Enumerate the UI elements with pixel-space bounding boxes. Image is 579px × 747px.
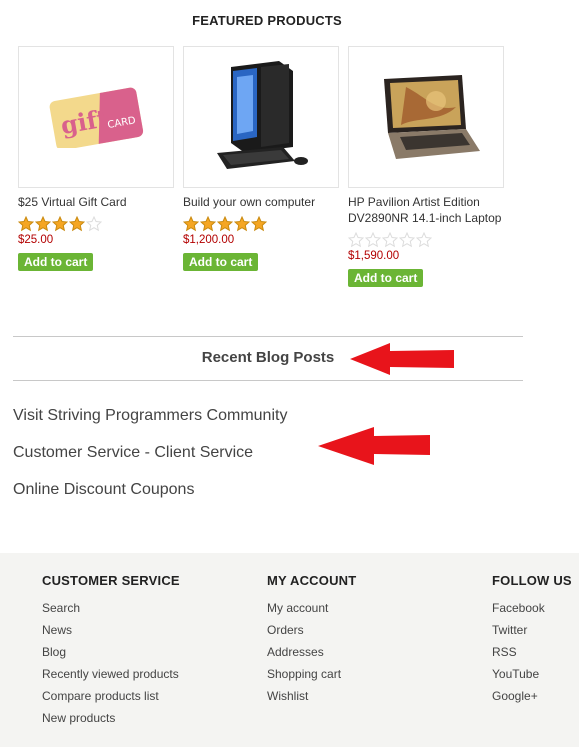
footer-link[interactable]: Facebook bbox=[492, 597, 572, 619]
footer-heading: FOLLOW US bbox=[492, 573, 572, 588]
red-arrow-icon bbox=[350, 343, 454, 375]
star-icon bbox=[382, 232, 398, 248]
product-name-link[interactable]: Build your own computer bbox=[183, 194, 341, 210]
star-icon bbox=[416, 232, 432, 248]
star-icon bbox=[251, 216, 267, 232]
star-icon bbox=[52, 216, 68, 232]
product-name-link[interactable]: $25 Virtual Gift Card bbox=[18, 194, 176, 210]
footer-link[interactable]: RSS bbox=[492, 641, 572, 663]
laptop-image[interactable] bbox=[348, 46, 504, 188]
star-icon bbox=[183, 216, 199, 232]
product-card-laptop: HP Pavilion Artist Edition DV2890NR 14.1… bbox=[348, 46, 506, 287]
star-icon bbox=[365, 232, 381, 248]
product-price: $1,590.00 bbox=[348, 250, 400, 262]
rating-stars bbox=[183, 216, 341, 232]
product-card-gift-card: gift CARD $25 Virtual Gift Card $25.00 A… bbox=[18, 46, 176, 271]
footer-link[interactable]: Addresses bbox=[267, 641, 356, 663]
star-icon bbox=[86, 216, 102, 232]
star-icon bbox=[18, 216, 34, 232]
footer-link[interactable]: Twitter bbox=[492, 619, 572, 641]
star-icon bbox=[234, 216, 250, 232]
blog-post-link[interactable]: Customer Service - Client Service bbox=[13, 444, 253, 462]
footer-customer-service: CUSTOMER SERVICE Search News Blog Recent… bbox=[42, 573, 180, 729]
red-arrow-icon bbox=[318, 427, 430, 465]
star-icon bbox=[200, 216, 216, 232]
product-price: $1,200.00 bbox=[183, 234, 235, 246]
desktop-computer-image[interactable] bbox=[183, 46, 339, 188]
product-price: $25.00 bbox=[18, 234, 54, 246]
footer-link[interactable]: Google+ bbox=[492, 685, 572, 707]
rating-stars bbox=[18, 216, 176, 232]
star-icon bbox=[35, 216, 51, 232]
footer-link[interactable]: News bbox=[42, 619, 180, 641]
footer-link[interactable]: Compare products list bbox=[42, 685, 180, 707]
footer-link[interactable]: YouTube bbox=[492, 663, 572, 685]
product-name-link[interactable]: HP Pavilion Artist Edition DV2890NR 14.1… bbox=[348, 194, 506, 226]
divider-bottom bbox=[13, 380, 523, 381]
add-to-cart-button[interactable]: Add to cart bbox=[183, 253, 259, 271]
star-icon bbox=[217, 216, 233, 232]
blog-post-link[interactable]: Online Discount Coupons bbox=[13, 481, 194, 499]
add-to-cart-button[interactable]: Add to cart bbox=[348, 269, 424, 287]
add-to-cart-button[interactable]: Add to cart bbox=[18, 253, 94, 271]
footer-link[interactable]: Recently viewed products bbox=[42, 663, 180, 685]
footer-follow-us: FOLLOW US Facebook Twitter RSS YouTube G… bbox=[492, 573, 572, 707]
gift-card-image[interactable]: gift CARD bbox=[18, 46, 174, 188]
product-card-computer: Build your own computer $1,200.00 Add to… bbox=[183, 46, 341, 271]
footer-link[interactable]: Shopping cart bbox=[267, 663, 356, 685]
divider-top bbox=[13, 336, 523, 337]
rating-stars bbox=[348, 232, 506, 248]
star-icon bbox=[399, 232, 415, 248]
footer-link[interactable]: My account bbox=[267, 597, 356, 619]
footer-heading: MY ACCOUNT bbox=[267, 573, 357, 588]
footer-my-account: MY ACCOUNT My account Orders Addresses S… bbox=[267, 573, 356, 707]
star-icon bbox=[348, 232, 364, 248]
blog-post-link[interactable]: Visit Striving Programmers Community bbox=[13, 407, 287, 425]
footer-heading: CUSTOMER SERVICE bbox=[42, 573, 180, 588]
star-icon bbox=[69, 216, 85, 232]
footer-link[interactable]: New products bbox=[42, 707, 180, 729]
footer-link[interactable]: Orders bbox=[267, 619, 356, 641]
footer-link[interactable]: Wishlist bbox=[267, 685, 356, 707]
featured-products-title: FEATURED PRODUCTS bbox=[192, 13, 342, 28]
footer: CUSTOMER SERVICE Search News Blog Recent… bbox=[0, 553, 579, 747]
footer-link[interactable]: Blog bbox=[42, 641, 180, 663]
footer-link[interactable]: Search bbox=[42, 597, 180, 619]
